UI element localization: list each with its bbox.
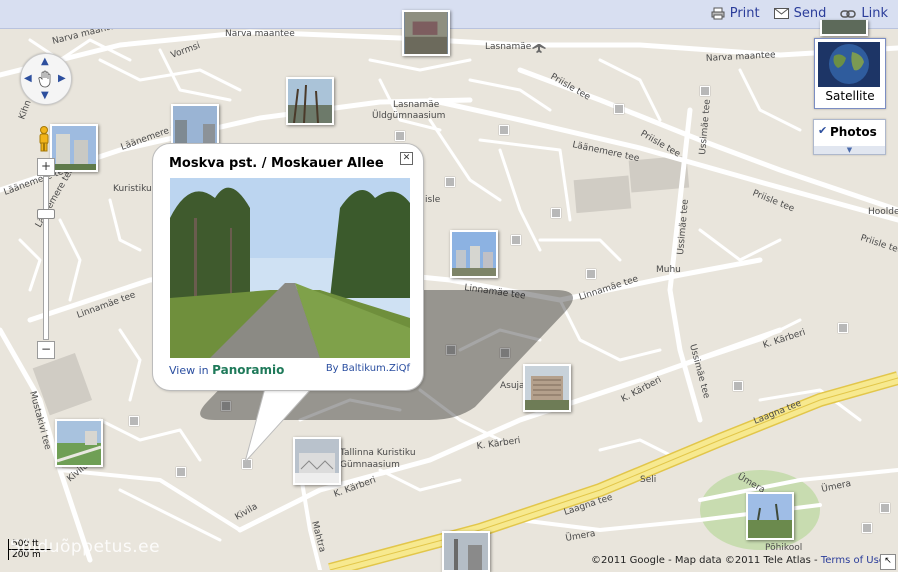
link-label: Link [861,6,888,21]
label-lasnamae-school-2: Üldgümnaasium [372,110,445,121]
photo-marker[interactable] [586,269,596,279]
checkmark-icon: ✔ [818,124,828,137]
printer-icon [711,7,725,20]
photo-marker[interactable] [880,503,890,513]
label-narva-2: Narva maantee [225,29,295,39]
zoom-slider-track[interactable] [43,176,49,340]
photo-image [52,126,96,170]
photo-marker[interactable] [129,416,139,426]
hand-icon [38,70,51,88]
send-button[interactable]: Send [773,6,827,21]
send-label: Send [793,6,827,21]
zoom-slider-handle[interactable] [37,209,55,219]
photo-image [748,494,792,538]
photo-marker[interactable] [445,177,455,187]
resize-corner-icon[interactable]: ↖ [880,554,896,570]
photos-toggle[interactable]: ✔ Photos ▼ [813,119,886,155]
photo-image [57,421,101,465]
photo-marker[interactable] [614,104,624,114]
photo-thumbnail[interactable] [820,20,868,36]
photo-marker[interactable] [862,523,872,533]
photo-thumbnail[interactable] [402,10,450,56]
map-copyright: ©2011 Google - Map data ©2011 Tele Atlas… [591,555,885,566]
photo-marker[interactable] [700,86,710,96]
photo-thumbnail[interactable] [746,492,794,540]
label-school-2: Gümnaasium [340,460,400,470]
envelope-icon [773,8,789,19]
photo-thumbnail[interactable] [442,531,490,572]
zoom-out-button[interactable]: − [37,341,55,359]
photo-marker[interactable] [395,131,405,141]
popup-pointer [244,386,313,463]
link-button[interactable]: Link [840,6,888,21]
zoom-in-button[interactable]: + [37,158,55,176]
chevron-down-icon[interactable]: ▼ [814,146,885,154]
satellite-label: Satellite [825,89,875,103]
popup-photo[interactable] [170,178,410,358]
pan-up-icon[interactable]: ▲ [41,56,49,67]
label-seli: Seli [640,475,656,485]
photo-marker[interactable] [733,381,743,391]
label-school-1: Tallinna Kuristiku [339,448,416,458]
photo-thumbnail[interactable] [286,77,334,125]
photo-title: Moskva pst. / Moskauer Allee [169,156,384,171]
photo-image [822,20,866,34]
view-in-label: View in [169,364,209,377]
satellite-button[interactable]: Satellite [814,38,886,109]
toolbar-links: Print Send Link [711,6,888,21]
copyright-text: ©2011 Google - Map data ©2011 Tele Atlas… [591,555,818,566]
label-isle: isle [425,195,441,205]
photo-marker[interactable] [838,323,848,333]
photo-image [452,232,496,276]
label-lasnamae-school: Lasnamäe [393,100,440,110]
photo-marker[interactable] [551,208,561,218]
photo-marker[interactable] [176,467,186,477]
satellite-globe-icon [818,42,880,87]
pan-down-icon[interactable]: ▼ [41,90,49,101]
label-lasnamae: Lasnamäe [485,42,532,52]
pegman-icon[interactable] [37,126,51,152]
photo-thumbnail[interactable] [50,124,98,172]
photo-info-window: Moskva pst. / Moskauer Allee ✕ View in P… [152,143,424,391]
pan-left-icon[interactable]: ◀ [24,73,32,84]
panoramio-logo: Panoramio [212,363,285,377]
photo-image [288,79,332,123]
watermark: Sõiduõppetus.ee [10,537,161,557]
label-hoolde: Hoolde [868,207,898,217]
pan-right-icon[interactable]: ▶ [58,73,66,84]
label-muhu: Muhu [656,265,681,275]
close-icon[interactable]: ✕ [400,152,413,165]
photo-image [444,533,488,570]
print-button[interactable]: Print [711,6,760,21]
label-pohikool: Põhikool [765,543,802,553]
photo-marker[interactable] [499,125,509,135]
pan-control[interactable]: ▲ ▼ ◀ ▶ [20,53,72,105]
photo-thumbnail[interactable] [55,419,103,467]
chain-link-icon [840,9,857,18]
photo-author-link[interactable]: By Baltikum.ZiQf [326,363,410,374]
terms-of-use-link[interactable]: Terms of Use [821,555,885,566]
view-in-panoramio-link[interactable]: View in Panoramio [169,363,284,377]
label-kuristiku: Kuristiku [113,184,152,194]
photo-image [405,12,447,54]
print-label: Print [729,6,760,21]
photo-thumbnail[interactable] [450,230,498,278]
photo-marker[interactable] [511,235,521,245]
photos-label: Photos [830,125,877,139]
